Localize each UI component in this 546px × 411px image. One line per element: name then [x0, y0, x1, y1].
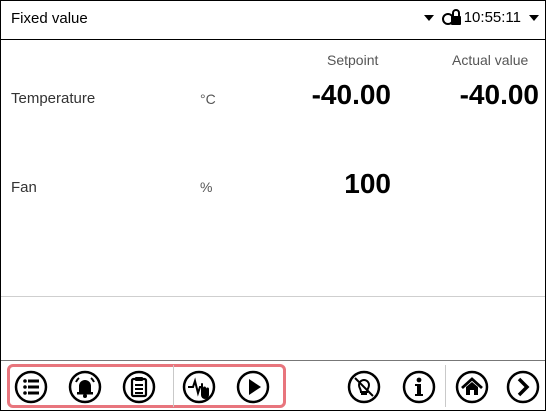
menu-list-icon [14, 370, 48, 404]
temperature-label: Temperature [11, 90, 96, 107]
temperature-actual-value: -40.00 [459, 79, 539, 110]
fan-label: Fan [11, 179, 37, 196]
clipboard-icon [122, 370, 156, 404]
controller-screen: Fixed value 10:55:11 Setpoint Actual val… [0, 0, 546, 411]
next-arrow-icon [506, 370, 540, 404]
alarm-bell-icon [68, 370, 102, 404]
toolbar-top-border [1, 360, 545, 361]
column-header-actual-value: Actual value [452, 52, 529, 68]
event-list-button[interactable] [121, 369, 157, 405]
operating-mode-title: Fixed value [11, 10, 88, 27]
lock-user-icon[interactable] [441, 9, 462, 26]
home-icon [455, 370, 489, 404]
alarm-button[interactable] [67, 369, 103, 405]
light-button[interactable] [346, 369, 382, 405]
home-button[interactable] [454, 369, 490, 405]
program-start-icon [182, 370, 216, 404]
fan-setpoint-value[interactable]: 100 [251, 168, 391, 200]
temperature-unit: °C [200, 91, 216, 107]
fan-unit: % [200, 179, 213, 195]
status-bar-right: 10:55:11 [423, 9, 539, 26]
next-button[interactable] [505, 369, 541, 405]
status-bar: Fixed value 10:55:11 [1, 1, 545, 40]
menu-dropdown-arrow-icon[interactable] [529, 14, 539, 21]
toolbar-separator [173, 365, 174, 407]
play-icon [236, 370, 270, 404]
content-divider [1, 296, 545, 297]
menu-list-button[interactable] [13, 369, 49, 405]
light-off-icon [347, 370, 381, 404]
clock-time: 10:55:11 [463, 9, 521, 26]
dropdown-arrow-icon[interactable] [423, 14, 434, 21]
temperature-setpoint-value[interactable]: -40.00 [271, 79, 391, 111]
info-button[interactable] [401, 369, 437, 405]
info-icon [402, 370, 436, 404]
play-button[interactable] [235, 369, 271, 405]
column-header-setpoint: Setpoint [327, 52, 379, 68]
toolbar-separator [445, 365, 446, 407]
program-start-button[interactable] [181, 369, 217, 405]
